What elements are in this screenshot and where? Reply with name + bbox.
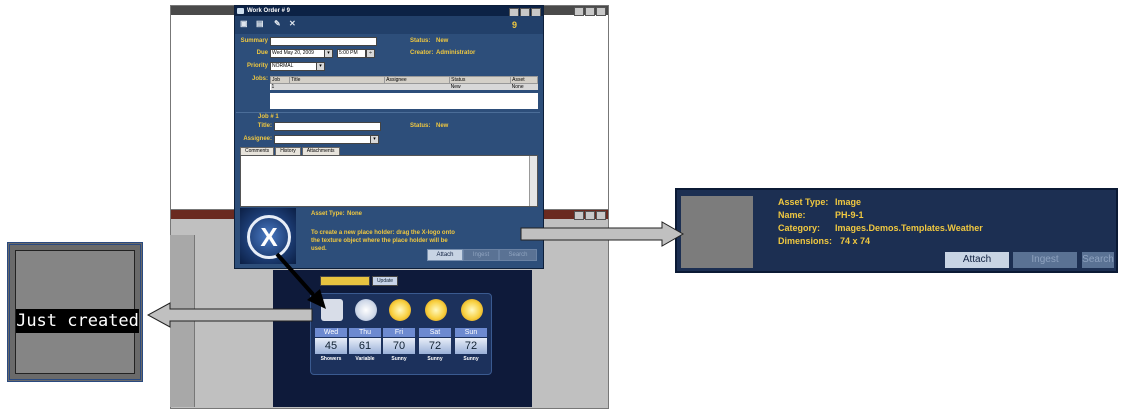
left-arrow-icon bbox=[146, 302, 313, 328]
callout-arrows bbox=[146, 221, 685, 328]
drag-arrow-icon bbox=[275, 252, 320, 302]
right-arrow-icon bbox=[520, 221, 685, 247]
